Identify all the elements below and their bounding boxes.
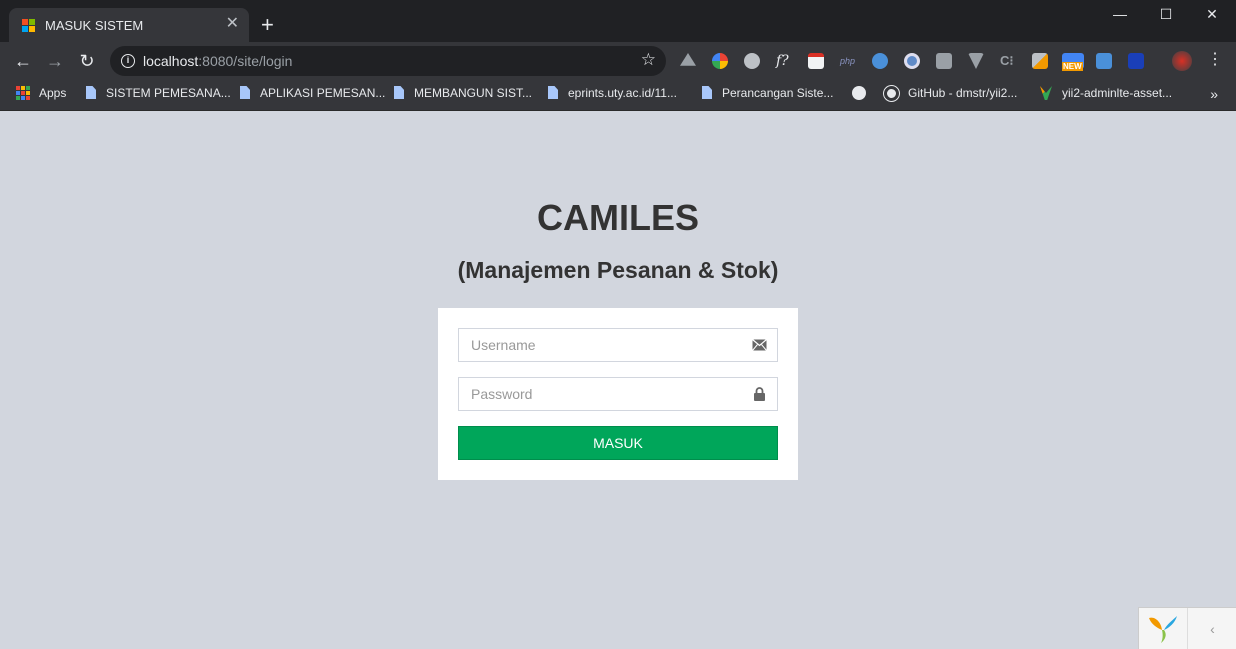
- bookmark-label: eprints.uty.ac.id/11...: [568, 86, 677, 100]
- tab-close-icon[interactable]: ✕: [226, 16, 239, 32]
- doc-icon: [86, 86, 96, 99]
- lock-icon: [754, 387, 765, 401]
- bookmark-label: Apps: [39, 86, 67, 100]
- envelope-icon: [752, 339, 767, 351]
- new-badge: NEW: [1062, 62, 1083, 71]
- tab-title: MASUK SISTEM: [45, 18, 144, 33]
- new-tab-button[interactable]: +: [261, 14, 274, 36]
- submit-button[interactable]: MASUK: [458, 426, 778, 460]
- bookmark-star-icon[interactable]: ☆: [641, 50, 656, 70]
- page-content: CAMILES (Manajemen Pesanan & Stok) MASUK: [0, 111, 1236, 649]
- browser-titlebar: MASUK SISTEM ✕ + — ☐ ✕: [0, 0, 1236, 42]
- login-box: MASUK: [438, 308, 798, 480]
- yii-logo-icon[interactable]: [1147, 614, 1179, 644]
- maximize-button[interactable]: ☐: [1151, 6, 1181, 26]
- colorful-extension-icon[interactable]: [712, 53, 728, 69]
- doc-icon: [394, 86, 404, 99]
- browser-tab[interactable]: MASUK SISTEM ✕: [9, 8, 249, 42]
- password-field: [458, 377, 778, 411]
- robot-extension-icon[interactable]: [936, 53, 952, 69]
- site-info-icon[interactable]: i: [121, 54, 135, 68]
- debug-toolbar: ‹: [1138, 607, 1236, 649]
- font-extension-icon[interactable]: f?: [776, 53, 792, 69]
- forward-button[interactable]: →: [43, 49, 67, 73]
- apps-grid-icon: [16, 86, 30, 100]
- app-subtitle: (Manajemen Pesanan & Stok): [457, 257, 779, 283]
- url-host: localhost: [143, 53, 199, 69]
- php-extension-icon[interactable]: php: [840, 53, 856, 69]
- doc-icon: [240, 86, 250, 99]
- github-icon: [884, 86, 899, 101]
- globe-extension-icon[interactable]: [872, 53, 888, 69]
- bookmarks-bar: Apps SISTEM PEMESANA... APLIKASI PEMESAN…: [0, 80, 1236, 111]
- close-window-button[interactable]: ✕: [1197, 6, 1227, 26]
- bookmark-label: yii2-adminlte-asset...: [1062, 86, 1173, 100]
- globe-icon: [852, 86, 866, 100]
- drive-extension-icon[interactable]: [680, 53, 696, 66]
- url-text[interactable]: localhost:8080/site/login: [143, 53, 292, 69]
- browser-menu-icon[interactable]: ⋮: [1207, 52, 1223, 68]
- circle-extension-icon[interactable]: [904, 53, 920, 69]
- debug-toggle-button[interactable]: ‹: [1187, 608, 1236, 649]
- calendar-extension-icon[interactable]: [808, 53, 824, 69]
- settings-extension-icon[interactable]: [744, 53, 760, 69]
- bookmark-label: Perancangan Siste...: [722, 86, 834, 100]
- bookmark-label: MEMBANGUN SIST...: [414, 86, 533, 100]
- vue-extension-icon[interactable]: [968, 53, 984, 69]
- book-extension-icon[interactable]: [1128, 53, 1144, 69]
- bookmark-label: SISTEM PEMESANA...: [106, 86, 231, 100]
- doc-icon: [548, 86, 558, 99]
- share-extension-icon[interactable]: NEW: [1062, 53, 1084, 71]
- minimize-button[interactable]: —: [1105, 6, 1135, 26]
- doc-icon: [702, 86, 712, 99]
- app-title: CAMILES: [537, 197, 699, 238]
- url-path: :8080/site/login: [198, 53, 293, 69]
- bookmark-label: GitHub - dmstr/yii2...: [908, 86, 1018, 100]
- reload-button[interactable]: ↻: [75, 49, 99, 73]
- profile-avatar[interactable]: [1172, 51, 1192, 71]
- yii-icon: [1040, 86, 1052, 100]
- address-bar[interactable]: i localhost:8080/site/login ☆: [110, 46, 666, 76]
- username-input[interactable]: [459, 329, 777, 361]
- pen-extension-icon[interactable]: [1032, 53, 1048, 69]
- username-field: [458, 328, 778, 362]
- tab-favicon-icon: [22, 19, 36, 33]
- back-button[interactable]: ←: [11, 49, 35, 73]
- password-input[interactable]: [459, 378, 777, 410]
- download-extension-icon[interactable]: [1096, 53, 1112, 69]
- code-extension-icon[interactable]: C⁝: [1000, 53, 1016, 69]
- bookmark-label: APLIKASI PEMESAN...: [260, 86, 386, 100]
- browser-toolbar: ← → ↻ i localhost:8080/site/login ☆ f? p…: [0, 42, 1236, 80]
- bookmarks-overflow-button[interactable]: »: [1210, 86, 1218, 102]
